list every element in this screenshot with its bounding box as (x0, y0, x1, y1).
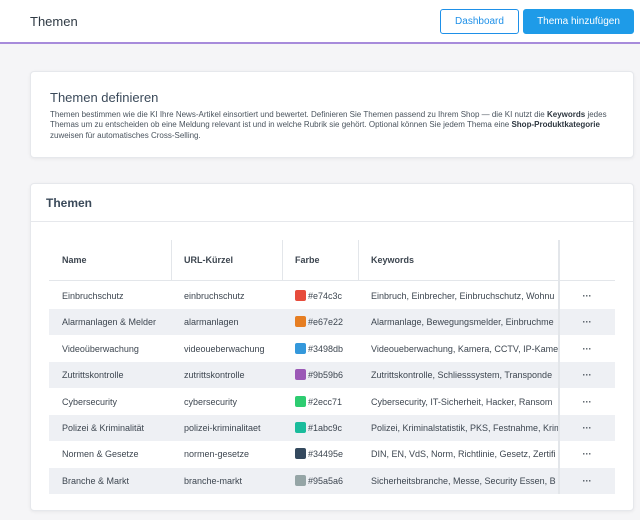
theme-keywords: Videoueberwachung, Kamera, CCTV, IP-Kame (371, 343, 558, 354)
theme-name: Einbruchschutz (62, 291, 124, 301)
column-divider (358, 240, 359, 281)
theme-slug: alarmanlagen (184, 317, 239, 328)
color-swatch (295, 369, 306, 381)
themes-table: Name URL-Kürzel Farbe Keywords Einbruchs… (49, 240, 615, 494)
intro-keywords-bold: Keywords (546, 110, 586, 119)
color-swatch (295, 342, 306, 354)
theme-keywords: Einbruch, Einbrecher, Einbruchschutz, Wo… (371, 291, 555, 301)
theme-slug: videoueberwachung (184, 343, 265, 354)
theme-color: #34495e (295, 441, 357, 467)
scroll-divider (558, 281, 560, 494)
dashboard-button[interactable]: Dashboard (440, 9, 519, 34)
intro-text-part: Themen bestimmen wie die KI Ihre News-Ar… (50, 110, 547, 119)
color-swatch (295, 422, 306, 433)
more-actions-icon[interactable]: ··· (579, 362, 595, 388)
table-row[interactable]: Alarmanlagen & Melder alarmanlagen #e67e22… (49, 309, 615, 336)
table-row[interactable]: Polizei & Kriminalität polizei-kriminalit… (49, 415, 615, 441)
theme-name: Polizei & Kriminalität (62, 423, 145, 433)
color-hex: #e67e22 (308, 317, 344, 328)
theme-keywords: Zutrittskontrolle, Schliesssystem, Trans… (371, 370, 553, 381)
table-row[interactable]: Zutrittskontrolle zutrittskontrolle #9b59b… (49, 362, 615, 389)
column-header-keywords[interactable]: Keywords (371, 240, 414, 281)
intro-text: Themen bestimmen wie die KI Ihre News-Ar… (50, 110, 622, 141)
color-hex: #3498db (308, 343, 344, 354)
theme-color: #e67e22 (295, 309, 357, 335)
more-actions-icon[interactable]: ··· (579, 389, 595, 415)
color-swatch (295, 448, 306, 460)
table-row[interactable]: Branche & Markt branche-markt #95a5a6 Siche… (49, 467, 615, 494)
column-header-color[interactable]: Farbe (295, 240, 320, 281)
more-actions-icon[interactable]: ··· (579, 468, 595, 494)
more-actions-icon[interactable]: ··· (579, 441, 595, 467)
theme-keywords: Alarmanlage, Bewegungsmelder, Einbruchme (371, 317, 554, 328)
theme-keywords: Cybersecurity, IT-Sicherheit, Hacker, Ra… (371, 396, 553, 407)
table-row[interactable]: Normen & Gesetze normen-gesetze #34495e DIN… (49, 441, 615, 467)
more-actions-icon[interactable]: ··· (579, 309, 595, 335)
themes-card: Themen Name URL-Kürzel Farbe Keywords Ei… (30, 183, 634, 511)
theme-keywords: Sicherheitsbranche, Messe, Security Esse… (371, 475, 556, 486)
color-hex: #9b59b6 (308, 370, 344, 381)
table-header: Name URL-Kürzel Farbe Keywords (49, 240, 615, 281)
theme-color: #9b59b6 (295, 362, 357, 388)
theme-keywords: Polizei, Kriminalstatistik, PKS, Festnah… (371, 423, 558, 433)
color-swatch (295, 395, 306, 407)
more-actions-icon[interactable]: ··· (579, 283, 595, 309)
color-hex: #e74c3c (308, 291, 343, 301)
color-hex: #2ecc71 (308, 396, 343, 407)
theme-color: #2ecc71 (295, 389, 357, 415)
theme-name: Zutrittskontrolle (62, 370, 124, 381)
add-theme-button[interactable]: Thema hinzufügen (523, 9, 634, 34)
table-row[interactable]: Einbruchschutz einbruchschutz #e74c3c Einbr… (49, 283, 615, 309)
theme-color: #e74c3c (295, 283, 357, 309)
themes-card-header: Themen (31, 184, 633, 222)
intro-text-part: zuweisen für automatisches Cross-Selling… (50, 130, 201, 140)
theme-slug: zutrittskontrolle (184, 370, 245, 381)
page-title: Themen (30, 14, 78, 29)
color-hex: #1abc9c (308, 423, 343, 433)
table-row[interactable]: Cybersecurity cybersecurity #2ecc71 Cyberse… (49, 389, 615, 415)
table-row[interactable]: Videoüberwachung videoueberwachung #3498db… (49, 336, 615, 362)
color-hex: #95a5a6 (308, 475, 344, 486)
theme-color: #95a5a6 (295, 468, 357, 494)
column-header-name[interactable]: Name (62, 240, 87, 281)
intro-category-bold: Shop-Produktkategorie (511, 120, 600, 130)
theme-name: Videoüberwachung (62, 343, 139, 354)
intro-title: Themen definieren (50, 90, 159, 105)
theme-slug: polizei-kriminalitaet (184, 423, 261, 433)
theme-name: Cybersecurity (62, 396, 118, 407)
theme-name: Normen & Gesetze (62, 449, 139, 460)
theme-slug: cybersecurity (184, 396, 238, 407)
theme-color: #3498db (295, 336, 357, 362)
theme-slug: einbruchschutz (184, 291, 245, 301)
color-swatch (295, 290, 306, 301)
top-bar: Themen Dashboard Thema hinzufügen (0, 0, 640, 44)
theme-slug: normen-gesetze (184, 449, 250, 460)
theme-keywords: DIN, EN, VdS, Norm, Richtlinie, Gesetz, … (371, 449, 556, 460)
more-actions-icon[interactable]: ··· (579, 336, 595, 362)
more-actions-icon[interactable]: ··· (579, 415, 595, 441)
theme-name: Alarmanlagen & Melder (62, 317, 157, 328)
column-divider (558, 240, 560, 281)
color-swatch (295, 474, 306, 486)
themes-card-title: Themen (46, 196, 93, 210)
color-swatch (295, 316, 306, 328)
theme-name: Branche & Markt (62, 475, 130, 486)
theme-color: #1abc9c (295, 415, 357, 441)
intro-card: Themen definieren Themen bestimmen wie d… (30, 71, 634, 158)
theme-slug: branche-markt (184, 475, 243, 486)
column-header-slug[interactable]: URL-Kürzel (184, 240, 233, 281)
column-divider (171, 240, 172, 281)
color-hex: #34495e (308, 449, 344, 460)
column-divider (282, 240, 283, 281)
